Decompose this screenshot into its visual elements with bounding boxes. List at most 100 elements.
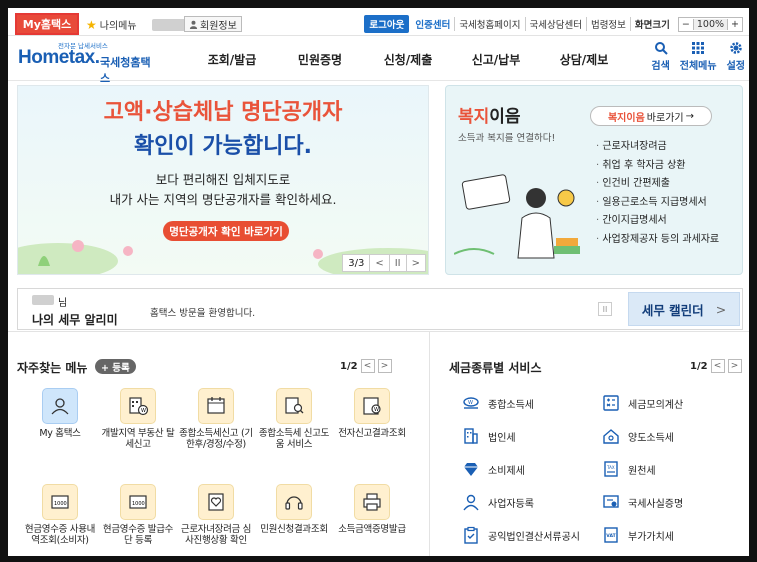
money-hand-icon: W [463, 397, 479, 409]
cert-center-link[interactable]: 인증센터 [415, 17, 450, 31]
svg-text:TAX: TAX [606, 465, 615, 470]
diamond-icon [464, 463, 478, 476]
tax-item-vat[interactable]: VAT 부가가치세 [602, 526, 674, 544]
tax-item-withholding[interactable]: TAX 원천세 [602, 460, 656, 478]
favorites-page-indicator: 1/2 [340, 360, 358, 372]
favorites-prev-button[interactable]: < [360, 359, 375, 373]
member-info-button[interactable]: 회원정보 [184, 16, 242, 32]
main-nav: 조회/발급 민원증명 신청/제출 신고/납부 상담/제보 [188, 51, 628, 68]
welfare-go-button[interactable]: 복지이음 바로가기 → [590, 106, 712, 126]
tax-item-simulation[interactable]: 세금모의계산 [602, 394, 683, 412]
banner-title-line2: 확인이 가능합니다. [134, 134, 312, 159]
banner-prev-button[interactable]: < [369, 255, 388, 271]
banner-next-button[interactable]: > [405, 255, 425, 271]
zoom-in-button[interactable]: + [728, 19, 742, 30]
all-menu-button[interactable]: 전체메뉴 [680, 41, 717, 72]
main-banner[interactable]: 고액·상습체납 명단공개자 확인이 가능합니다. 보다 편리해진 입체지도로 내… [17, 85, 429, 275]
favorite-my-hometax[interactable]: My 홈택스 [22, 388, 98, 439]
nav-civil-cert[interactable]: 민원증명 [276, 51, 364, 68]
tax-item-corporate[interactable]: 법인세 [462, 427, 516, 445]
welfare-title-rest: 이음 [489, 107, 521, 127]
favorite-label: 소득금액증명발급 [338, 524, 406, 535]
my-hometax-button[interactable]: My홈택스 [15, 13, 79, 35]
search-label: 검색 [651, 61, 670, 72]
banner-cta-button[interactable]: 명단공개자 확인 바로가기 [163, 221, 289, 241]
svg-text:1000: 1000 [132, 501, 145, 507]
my-menu-link[interactable]: ★ 나의메뉴 [86, 17, 190, 32]
tax-item-business-reg[interactable]: 사업자등록 [462, 493, 534, 511]
zoom-value: 100% [692, 18, 729, 30]
favorites-pager: 1/2 < > [340, 359, 392, 373]
arrow-right-icon: → [685, 110, 694, 122]
honorific-label: 님 [58, 298, 68, 309]
favorite-cash-receipt-register[interactable]: 1000 현금영수증 발급수단 등록 [100, 484, 176, 546]
doc-w-icon: W [354, 388, 390, 424]
tax-services-prev-button[interactable]: < [710, 359, 725, 373]
favorite-income-tax-help[interactable]: 종합소득세 신고도움 서비스 [256, 388, 332, 450]
tax-item-label: 양도소득세 [628, 432, 674, 444]
nav-consult-report[interactable]: 상담/제보 [540, 51, 628, 68]
favorite-efiling-result[interactable]: W 전자신고결과조회 [334, 388, 410, 439]
favorite-label: My 홈택스 [39, 428, 81, 439]
banner-page-indicator: 3/3 [348, 257, 365, 269]
welfare-item[interactable]: 근로자녀장려금 [596, 138, 719, 157]
alert-pause-button[interactable]: II [598, 302, 612, 316]
favorites-title: 자주찾는 메뉴 [17, 361, 88, 375]
search-button[interactable]: 검색 [651, 41, 670, 72]
printer-icon [354, 484, 390, 520]
welfare-item[interactable]: 인건비 간편제출 [596, 175, 719, 194]
tax-item-fact-cert[interactable]: 국세사실증명 [602, 493, 683, 511]
logout-button[interactable]: 로그아웃 [364, 15, 410, 33]
payslip-icon: TAX [604, 461, 618, 477]
nav-inquiry-issue[interactable]: 조회/발급 [188, 51, 276, 68]
welfare-list: 근로자녀장려금 취업 후 학자금 상환 인건비 간편제출 일용근로소득 지급명세… [596, 138, 719, 249]
all-menu-label: 전체메뉴 [679, 61, 717, 72]
section-divider-vertical [429, 332, 430, 556]
welcome-message: 홈택스 방문을 환영합니다. [150, 308, 256, 319]
law-info-link[interactable]: 법령정보 [585, 17, 630, 31]
favorites-next-button[interactable]: > [377, 359, 392, 373]
certificate-icon [603, 495, 619, 508]
welfare-item[interactable]: 간이지급명세서 [596, 212, 719, 231]
favorite-label: 개발지역 부동산 탈세신고 [101, 428, 175, 450]
tax-item-label: 세금모의계산 [628, 399, 684, 411]
zoom-out-button[interactable]: − [679, 19, 693, 30]
welfare-panel: 복지이음 소득과 복지를 연결하다! 복지이음 바로가기 → 근로자녀장려금 취… [445, 85, 743, 275]
tax-item-consumption[interactable]: 소비제세 [462, 460, 525, 478]
tax-item-transfer[interactable]: 양도소득세 [602, 427, 674, 445]
tax-calendar-button[interactable]: 세무 캘린더 > [628, 292, 740, 326]
tax-item-label: 법인세 [488, 432, 516, 444]
banner-pause-button[interactable]: II [388, 255, 406, 271]
tax-consult-link[interactable]: 국세상담센터 [524, 17, 586, 31]
favorite-cash-receipt-usage[interactable]: 1000 현금영수증 사용내역조회(소비자) [22, 484, 98, 546]
nav-apply-submit[interactable]: 신청/제출 [364, 51, 452, 68]
zoom-control: − 100% + [677, 16, 743, 32]
hometax-logo[interactable]: 전자문 납세서비스 Hometax. 국세청홈택스 [18, 40, 158, 85]
nts-homepage-link[interactable]: 국세청홈페이지 [454, 17, 524, 31]
building-icon [464, 428, 478, 444]
tax-item-public-interest[interactable]: 공익법인결산서류공시 [462, 526, 580, 544]
tax-item-income[interactable]: W 종합소득세 [462, 394, 534, 412]
favorite-real-estate-report[interactable]: W 개발지역 부동산 탈세신고 [100, 388, 176, 450]
welfare-item[interactable]: 취업 후 학자금 상환 [596, 157, 719, 176]
top-bar: My홈택스 ★ 나의메뉴 회원정보 로그아웃 인증센터 국세청홈페이지 국세상담… [8, 8, 749, 36]
favorite-label: 현금영수증 발급수단 등록 [102, 524, 174, 546]
top-links: 로그아웃 인증센터 국세청홈페이지 국세상담센터 법령정보 화면크기 − 100… [364, 15, 743, 33]
settings-button[interactable]: 설정 [727, 41, 745, 72]
hometax-window: My홈택스 ★ 나의메뉴 회원정보 로그아웃 인증센터 국세청홈페이지 국세상담… [8, 8, 749, 556]
tax-services-next-button[interactable]: > [727, 359, 742, 373]
favorite-civil-result[interactable]: 민원신청결과조회 [256, 484, 332, 535]
welfare-title-accent: 복지 [458, 107, 490, 127]
nav-report-pay[interactable]: 신고/납부 [452, 51, 540, 68]
favorite-income-cert[interactable]: 소득금액증명발급 [334, 484, 410, 535]
tax-item-label: 부가가치세 [628, 531, 674, 543]
favorite-income-tax-filing[interactable]: 종합소득세신고 (기한후/경정/수정) [178, 388, 254, 450]
welfare-item[interactable]: 사업장제공자 등의 과세자료 [596, 231, 719, 250]
header-icons: 검색 전체메뉴 설정 [651, 41, 745, 72]
register-favorite-button[interactable]: + 등록 [95, 359, 136, 374]
favorite-earned-income-status[interactable]: 근로자녀장려금 심사진행상황 확인 [178, 484, 254, 546]
tax-calendar-label: 세무 캘린더 [641, 302, 704, 318]
gear-icon [730, 42, 742, 54]
calculator-icon [603, 395, 619, 411]
welfare-item[interactable]: 일용근로소득 지급명세서 [596, 194, 719, 213]
